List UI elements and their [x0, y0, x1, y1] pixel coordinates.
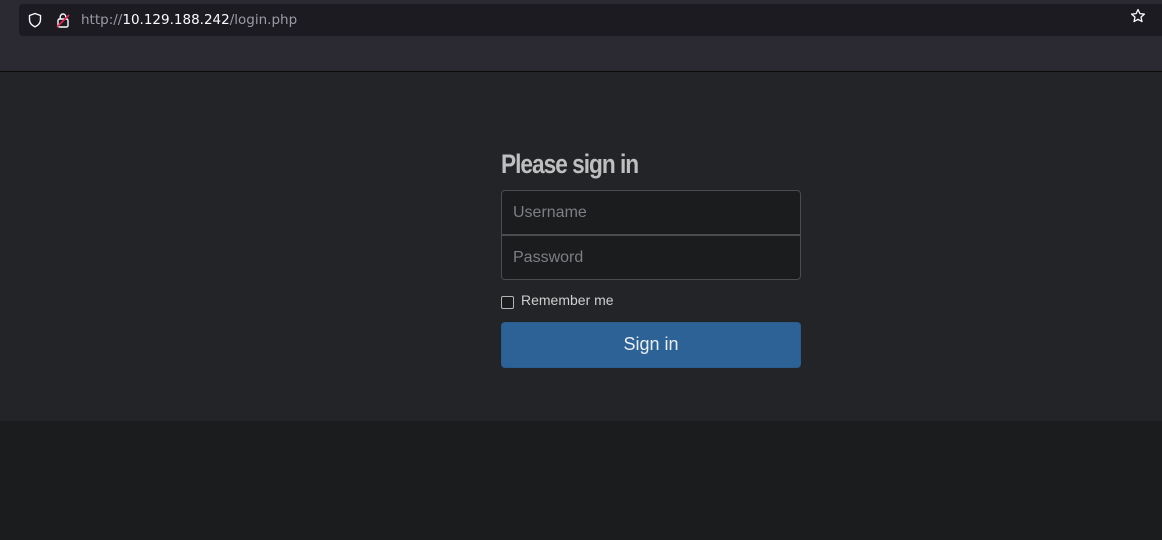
- url-path: /login.php: [229, 12, 298, 28]
- username-input[interactable]: [501, 190, 801, 235]
- remember-me-checkbox[interactable]: [501, 295, 514, 309]
- url-host: 10.129.188.242: [122, 12, 230, 28]
- bookmark-star-icon[interactable]: [1130, 8, 1146, 29]
- password-input[interactable]: [501, 235, 801, 280]
- form-heading: Please sign in: [501, 149, 639, 179]
- sign-in-button[interactable]: Sign in: [501, 322, 801, 368]
- page-footer-area: [0, 421, 1162, 540]
- shield-icon[interactable]: [27, 12, 43, 28]
- remember-me-label[interactable]: Remember me: [521, 292, 614, 308]
- lock-insecure-icon[interactable]: [55, 12, 71, 28]
- login-form: Please sign in Remember me Sign in: [501, 146, 801, 368]
- url-text[interactable]: http://10.129.188.242/login.php: [81, 12, 297, 28]
- remember-me-row[interactable]: Remember me: [501, 290, 801, 310]
- url-scheme: http://: [81, 12, 123, 28]
- address-bar[interactable]: http://10.129.188.242/login.php: [19, 4, 1162, 36]
- page-content: Please sign in Remember me Sign in: [0, 72, 1162, 421]
- browser-toolbar: http://10.129.188.242/login.php: [0, 0, 1162, 72]
